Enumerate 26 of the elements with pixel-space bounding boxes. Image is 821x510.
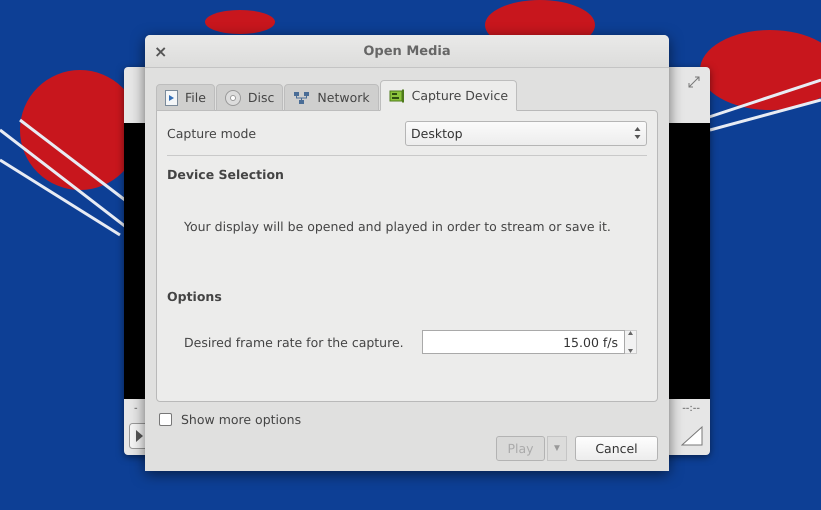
frame-rate-label: Desired frame rate for the capture. — [184, 334, 404, 350]
volume-icon — [681, 424, 705, 448]
capture-mode-dropdown[interactable]: Desktop — [405, 120, 647, 146]
network-icon — [293, 90, 310, 104]
capture-card-icon — [388, 88, 405, 102]
file-icon — [165, 90, 178, 106]
tab[interactable]: File — [156, 84, 215, 111]
section-heading: Device Selection — [167, 167, 285, 182]
tab[interactable]: Capture Device — [380, 80, 518, 111]
spin-buttons[interactable] — [625, 330, 637, 354]
capture-mode-label: Capture mode — [167, 126, 256, 140]
close-button[interactable]: × — [154, 42, 170, 60]
disc-icon — [224, 90, 241, 106]
checkbox-label[interactable]: Show more options — [181, 412, 302, 427]
elapsed-time: - — [134, 402, 138, 414]
checkbox[interactable] — [159, 413, 172, 426]
total-time: --:-- — [682, 402, 700, 414]
tab[interactable]: Disc — [216, 84, 284, 111]
expand-icon[interactable] — [688, 76, 700, 88]
info-text: Your display will be opened and played in order to stream or save it. — [184, 219, 612, 234]
cancel-button[interactable]: Cancel — [575, 436, 658, 461]
section-heading: Options — [167, 289, 223, 304]
tab[interactable]: Network — [284, 84, 379, 111]
frame-rate-field[interactable]: 15.00 f/s — [422, 330, 625, 354]
window-title: Open Media — [362, 44, 452, 58]
spinner-arrows-icon — [634, 126, 641, 140]
